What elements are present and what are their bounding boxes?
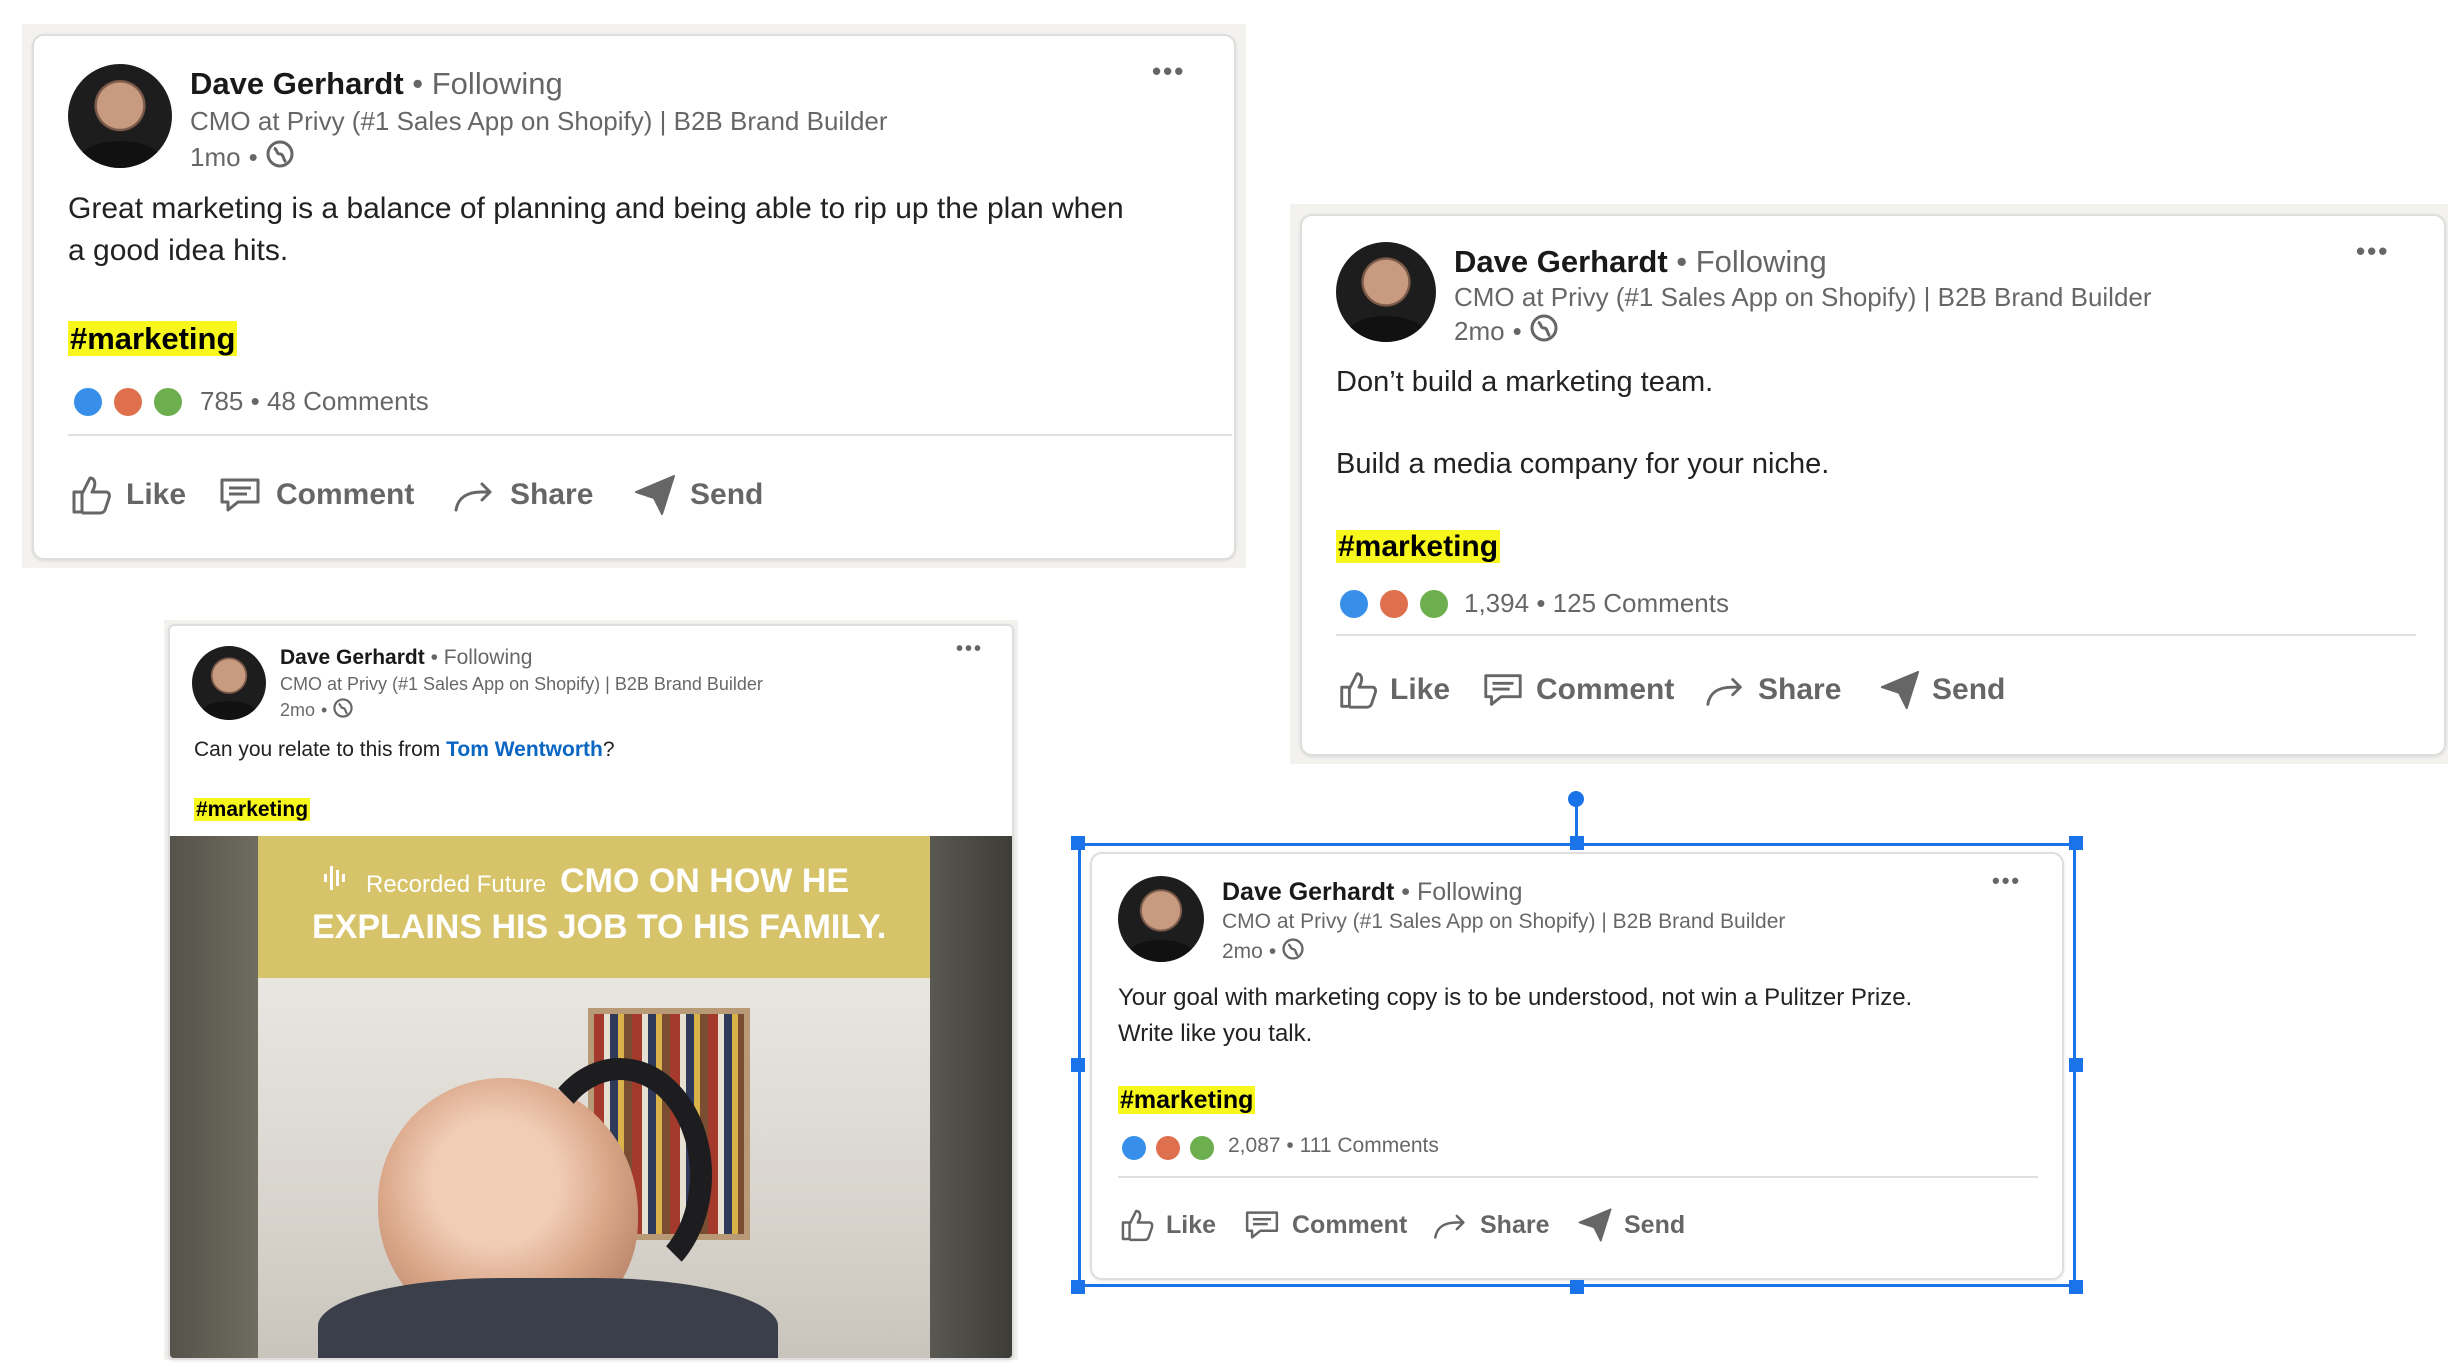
thumbs-up-icon <box>1336 668 1380 712</box>
send-paper-plane-icon <box>632 472 678 518</box>
comments-count[interactable]: 125 Comments <box>1553 588 1729 618</box>
video-right-bar <box>930 836 1012 1358</box>
resize-handle-top-left[interactable] <box>1071 836 1085 850</box>
video-scene <box>258 978 930 1358</box>
hashtag-link[interactable]: #marketing <box>194 798 311 821</box>
reaction-count[interactable]: 1,394 <box>1464 588 1529 618</box>
mention-link[interactable]: Tom Wentworth <box>446 738 603 761</box>
comment-icon <box>1480 668 1526 712</box>
headphones <box>528 1058 712 1292</box>
post-text-line: Don’t build a marketing team. <box>1336 366 1714 398</box>
person-shirt <box>318 1278 778 1358</box>
avatar[interactable] <box>192 646 266 720</box>
like-reaction-icon <box>72 386 104 418</box>
recorded-future-logo-icon <box>322 862 352 897</box>
avatar[interactable] <box>1336 242 1436 342</box>
post-text: Can you relate to this from <box>194 738 447 761</box>
video-player[interactable]: Recorded Future CMO ON HOW HE EXPLAINS H… <box>170 836 1012 1358</box>
resize-handle-bottom-right[interactable] <box>2069 1280 2083 1294</box>
resize-handle-top-right[interactable] <box>2069 836 2083 850</box>
share-button[interactable]: Share <box>452 472 593 518</box>
rotation-handle[interactable] <box>1568 791 1584 807</box>
post-text-line: a good idea hits. <box>68 234 289 267</box>
resize-handle-bottom-left[interactable] <box>1071 1280 1085 1294</box>
hashtag-link[interactable]: #marketing <box>1336 530 1501 563</box>
video-title-banner: Recorded Future CMO ON HOW HE EXPLAINS H… <box>258 836 930 978</box>
like-reaction-icon <box>1338 588 1370 620</box>
comment-button[interactable]: Comment <box>216 472 414 518</box>
more-options-button[interactable]: ••• <box>956 638 983 661</box>
post-text-line: Great marketing is a balance of planning… <box>68 192 1124 225</box>
author-headline: CMO at Privy (#1 Sales App on Shopify) |… <box>190 106 888 136</box>
reaction-count[interactable]: 785 <box>200 386 243 416</box>
author-name[interactable]: Dave Gerhardt <box>1454 244 1668 279</box>
post-text-line: Build a media company for your niche. <box>1336 448 1830 480</box>
comment-button[interactable]: Comment <box>1480 668 1674 712</box>
love-reaction-icon <box>112 386 144 418</box>
avatar[interactable] <box>68 64 172 168</box>
post-card-1: Dave Gerhardt • Following CMO at Privy (… <box>32 34 1236 560</box>
share-arrow-icon <box>1704 668 1748 712</box>
author-headline: CMO at Privy (#1 Sales App on Shopify) |… <box>1454 282 2152 312</box>
share-button[interactable]: Share <box>1704 668 1841 712</box>
post-time[interactable]: 2mo <box>280 700 315 721</box>
resize-handle-bottom[interactable] <box>1570 1280 1584 1294</box>
more-options-button[interactable]: ••• <box>1152 56 1185 87</box>
send-button[interactable]: Send <box>632 472 763 518</box>
author-headline: CMO at Privy (#1 Sales App on Shopify) |… <box>280 674 763 694</box>
post-card-2: Dave Gerhardt • Following CMO at Privy (… <box>1300 214 2446 756</box>
resize-handle-left[interactable] <box>1071 1058 1085 1072</box>
author-name[interactable]: Dave Gerhardt <box>190 66 404 101</box>
video-headline-line: CMO ON HOW HE <box>560 862 850 900</box>
comment-icon <box>216 472 264 518</box>
hashtag-link[interactable]: #marketing <box>68 321 238 356</box>
like-button[interactable]: Like <box>1336 668 1450 712</box>
post-time[interactable]: 1mo <box>190 142 241 173</box>
send-paper-plane-icon <box>1878 668 1922 712</box>
video-headline-line: EXPLAINS HIS JOB TO HIS FAMILY. <box>312 908 887 946</box>
video-left-bar <box>170 836 258 1358</box>
post-card-3: Dave Gerhardt • Following CMO at Privy (… <box>168 624 1014 1360</box>
post-time[interactable]: 2mo <box>1454 316 1505 347</box>
author-name[interactable]: Dave Gerhardt <box>280 646 425 669</box>
following-label: Following <box>443 646 533 669</box>
video-brand: Recorded Future <box>366 871 547 898</box>
more-options-button[interactable]: ••• <box>2356 236 2389 267</box>
resize-handle-top[interactable] <box>1570 836 1584 850</box>
divider <box>1336 634 2416 636</box>
like-button[interactable]: Like <box>68 472 186 518</box>
love-reaction-icon <box>1378 588 1410 620</box>
following-label: Following <box>1695 244 1827 279</box>
comments-count[interactable]: 48 Comments <box>267 386 429 416</box>
following-label: Following <box>431 66 563 101</box>
send-button[interactable]: Send <box>1878 668 2005 712</box>
divider <box>68 434 1232 436</box>
thumbs-up-icon <box>68 472 114 518</box>
globe-icon <box>333 698 353 723</box>
insightful-reaction-icon <box>152 386 184 418</box>
resize-handle-right[interactable] <box>2069 1058 2083 1072</box>
globe-icon <box>266 140 294 175</box>
insightful-reaction-icon <box>1418 588 1450 620</box>
share-arrow-icon <box>452 472 498 518</box>
selection-frame <box>1078 843 2076 1287</box>
globe-icon <box>1530 314 1558 349</box>
